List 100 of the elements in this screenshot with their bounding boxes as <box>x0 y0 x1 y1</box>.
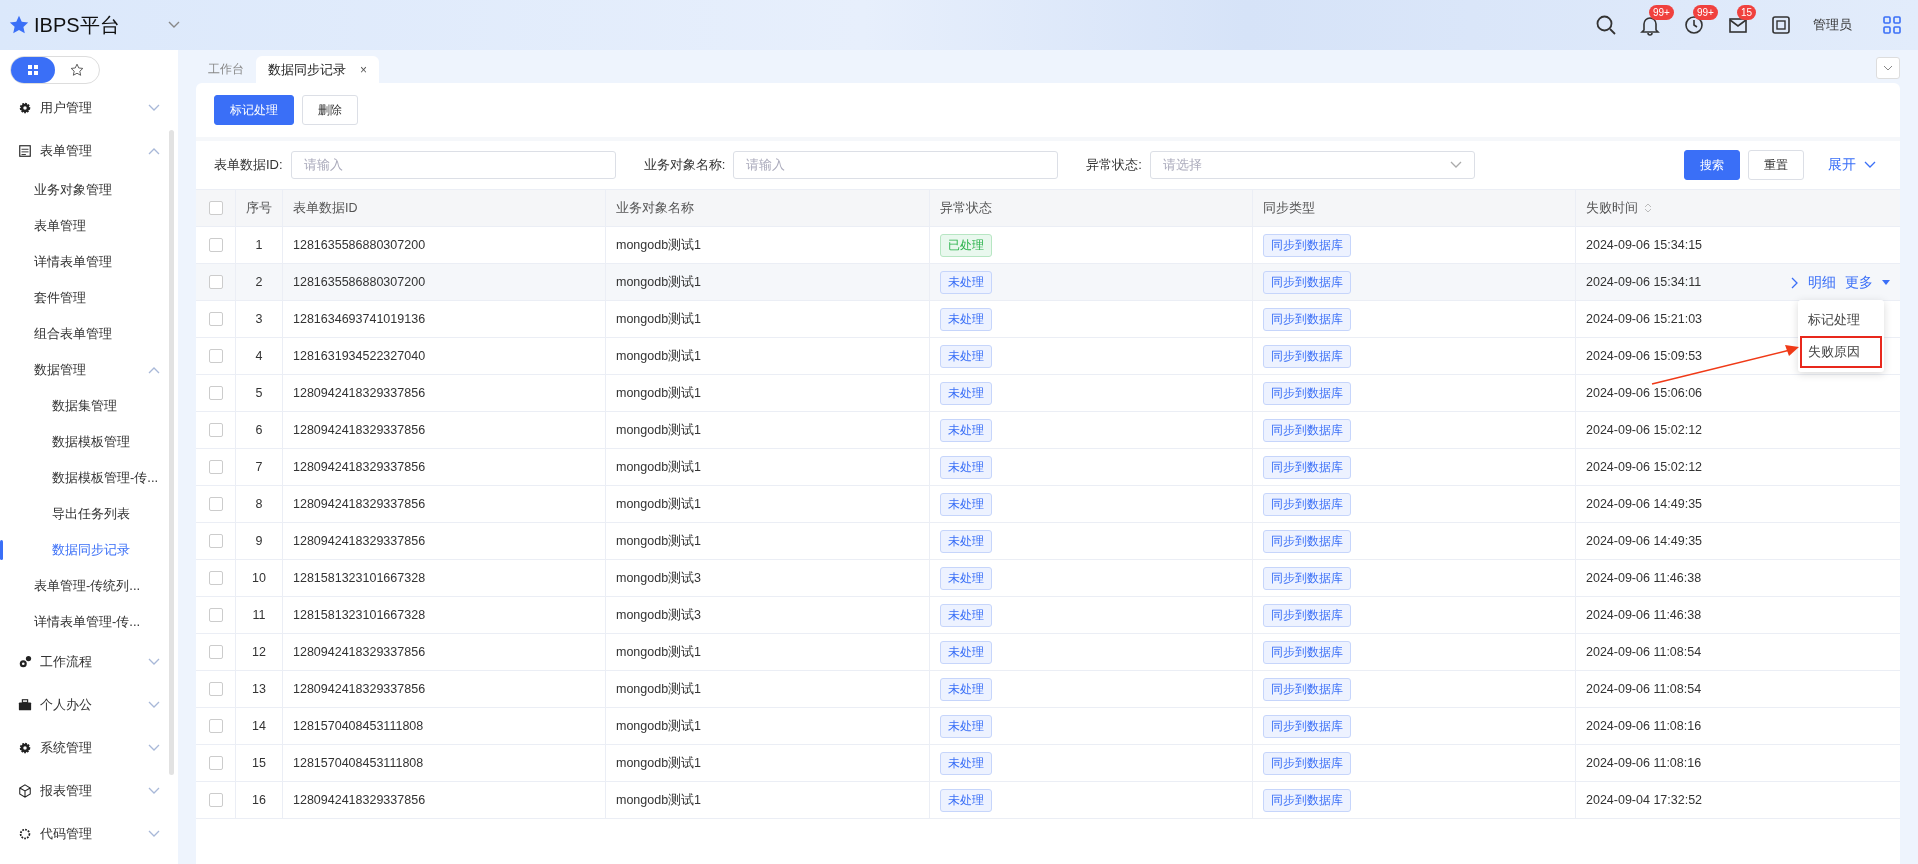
chevron-down-icon[interactable] <box>167 21 180 29</box>
submenu-item[interactable]: 组合表单管理 <box>0 316 178 352</box>
row-checkbox[interactable] <box>208 275 223 289</box>
table-cell: 5 <box>255 386 263 400</box>
status-tag: 未处理 <box>940 307 992 331</box>
status-tag: 未处理 <box>940 492 992 516</box>
menu-item[interactable]: 系统管理 <box>0 726 178 769</box>
table-cell: 1280942418329337856 <box>293 460 426 474</box>
table-cell: mongodb测试1 <box>616 754 702 772</box>
type-tag: 同步到数据库 <box>1263 455 1351 479</box>
count-badge: 15 <box>1737 5 1757 20</box>
table-cell: 2024-09-06 14:49:35 <box>1586 497 1703 511</box>
clock-icon[interactable] <box>1683 14 1705 36</box>
submenu-item[interactable]: 业务对象管理 <box>0 172 178 208</box>
search-button[interactable]: 搜索 <box>1684 150 1740 180</box>
table-row[interactable]: 16 1280942418329337856 mongodb测试1 未处理 同步到数据库 2024-09-04 17:32:52 <box>196 782 1900 819</box>
type-tag: 同步到数据库 <box>1263 492 1351 516</box>
row-checkbox[interactable] <box>208 682 223 696</box>
table-row[interactable]: 13 1280942418329337856 mongodb测试1 未处理 同步到数据库 2024-09-06 11:08:54 <box>196 671 1900 708</box>
submenu-item[interactable]: 导出任务列表 <box>0 496 178 532</box>
type-tag: 同步到数据库 <box>1263 233 1351 257</box>
status-tag: 未处理 <box>940 455 992 479</box>
star-logo-icon <box>8 14 30 36</box>
table-row[interactable]: 7 1280942418329337856 mongodb测试1 未处理 同步到数据库 2024-09-06 15:02:12 <box>196 449 1900 486</box>
row-checkbox[interactable] <box>208 386 223 400</box>
table-row[interactable]: 8 1280942418329337856 mongodb测试1 未处理 同步到数据库 2024-09-06 14:49:35 <box>196 486 1900 523</box>
row-checkbox[interactable] <box>208 645 223 659</box>
table-row[interactable]: 9 1280942418329337856 mongodb测试1 未处理 同步到数据库 2024-09-06 14:49:35 <box>196 523 1900 560</box>
table-cell: mongodb测试1 <box>616 791 702 809</box>
status-tag: 未处理 <box>940 344 992 368</box>
row-checkbox[interactable] <box>208 497 223 511</box>
fullscreen-icon[interactable] <box>1771 15 1791 35</box>
type-tag: 同步到数据库 <box>1263 418 1351 442</box>
table-cell: mongodb测试1 <box>616 236 702 254</box>
table-row[interactable]: 14 1281570408453111808 mongodb测试1 未处理 同步到数据库 2024-09-06 11:08:16 <box>196 708 1900 745</box>
table-row[interactable]: 12 1280942418329337856 mongodb测试1 未处理 同步到数据库 2024-09-06 11:08:54 <box>196 634 1900 671</box>
submenu-item[interactable]: 数据管理 <box>0 352 178 388</box>
delete-button[interactable]: 删除 <box>302 95 358 125</box>
apps-grid-icon[interactable] <box>1882 15 1902 35</box>
close-icon[interactable]: × <box>360 62 367 77</box>
row-checkbox[interactable] <box>208 793 223 807</box>
table-cell: 1281570408453111808 <box>293 719 424 733</box>
menu-item[interactable]: 失败原因 <box>1800 336 1882 368</box>
row-checkbox[interactable] <box>208 719 223 733</box>
row-checkbox[interactable] <box>208 534 223 548</box>
row-checkbox[interactable] <box>208 460 223 474</box>
submenu-item[interactable]: 数据模板管理 <box>0 424 178 460</box>
type-tag: 同步到数据库 <box>1263 307 1351 331</box>
row-checkbox[interactable] <box>208 349 223 363</box>
table-row[interactable]: 15 1281570408453111808 mongodb测试1 未处理 同步到数据库 2024-09-06 11:08:16 <box>196 745 1900 782</box>
row-checkbox[interactable] <box>208 756 223 770</box>
count-badge: 99+ <box>1649 5 1674 20</box>
type-tag: 同步到数据库 <box>1263 566 1351 590</box>
reset-button[interactable]: 重置 <box>1748 150 1804 180</box>
grid-mode-button[interactable] <box>11 57 55 83</box>
submenu-item[interactable]: 数据模板管理-传... <box>0 460 178 496</box>
submenu-item[interactable]: 套件管理 <box>0 280 178 316</box>
menu-item[interactable]: 工作流程 <box>0 640 178 683</box>
scrollbar[interactable] <box>169 130 174 775</box>
select-all-checkbox[interactable] <box>208 201 223 215</box>
mark-handled-button[interactable]: 标记处理 <box>214 95 294 125</box>
caret-down-icon[interactable] <box>1882 280 1890 286</box>
gear-icon <box>18 100 32 115</box>
submenu-item[interactable]: 数据同步记录 <box>0 532 178 568</box>
table-cell: 1281635586880307200 <box>293 238 426 252</box>
submenu-item[interactable]: 表单管理 <box>0 208 178 244</box>
submenu-item[interactable]: 详情表单管理-传... <box>0 604 178 640</box>
menu-item[interactable]: 报表管理 <box>0 769 178 812</box>
row-checkbox[interactable] <box>208 423 223 437</box>
user-name[interactable]: 管理员 <box>1813 16 1852 34</box>
table-cell: 1280942418329337856 <box>293 497 426 511</box>
chevron-right-icon[interactable] <box>1791 277 1799 289</box>
table-row[interactable]: 11 1281581323101667328 mongodb测试3 未处理 同步到数据库 2024-09-06 11:46:38 <box>196 597 1900 634</box>
table-row[interactable]: 5 1280942418329337856 mongodb测试1 未处理 同步到数据库 2024-09-06 15:06:06 <box>196 375 1900 412</box>
bell-icon[interactable] <box>1639 14 1661 36</box>
row-checkbox[interactable] <box>208 608 223 622</box>
menu-item[interactable]: 用户管理 <box>0 86 178 129</box>
table-cell: 2024-09-06 11:08:54 <box>1586 645 1702 659</box>
submenu-item[interactable]: 详情表单管理 <box>0 244 178 280</box>
submenu-item[interactable]: 表单管理-传统列... <box>0 568 178 604</box>
search-icon[interactable] <box>1595 14 1617 36</box>
detail-link[interactable]: 明细 <box>1808 274 1836 292</box>
table-cell: 1280942418329337856 <box>293 534 426 548</box>
table-row[interactable]: 6 1280942418329337856 mongodb测试1 未处理 同步到数据库 2024-09-06 15:02:12 <box>196 412 1900 449</box>
menu-item[interactable]: 个人办公 <box>0 683 178 726</box>
row-checkbox[interactable] <box>208 571 223 585</box>
row-checkbox[interactable] <box>208 238 223 252</box>
expand-link[interactable]: 展开 <box>1822 155 1882 175</box>
tabs-menu-button[interactable] <box>1876 57 1900 79</box>
menu-item[interactable]: 标记处理 <box>1800 304 1882 336</box>
table-cell: mongodb测试1 <box>616 532 702 550</box>
tab[interactable]: 数据同步记录 × <box>256 56 379 83</box>
menu-item[interactable]: 表单管理 <box>0 129 178 172</box>
sort-icon[interactable] <box>1644 202 1652 214</box>
table-cell: 1280942418329337856 <box>293 645 426 659</box>
submenu-item[interactable]: 数据集管理 <box>0 388 178 424</box>
menu-item[interactable]: 代码管理 <box>0 812 178 855</box>
more-link[interactable]: 更多 <box>1845 274 1873 292</box>
table-row[interactable]: 10 1281581323101667328 mongodb测试3 未处理 同步到数据库 2024-09-06 11:46:38 <box>196 560 1900 597</box>
row-checkbox[interactable] <box>208 312 223 326</box>
